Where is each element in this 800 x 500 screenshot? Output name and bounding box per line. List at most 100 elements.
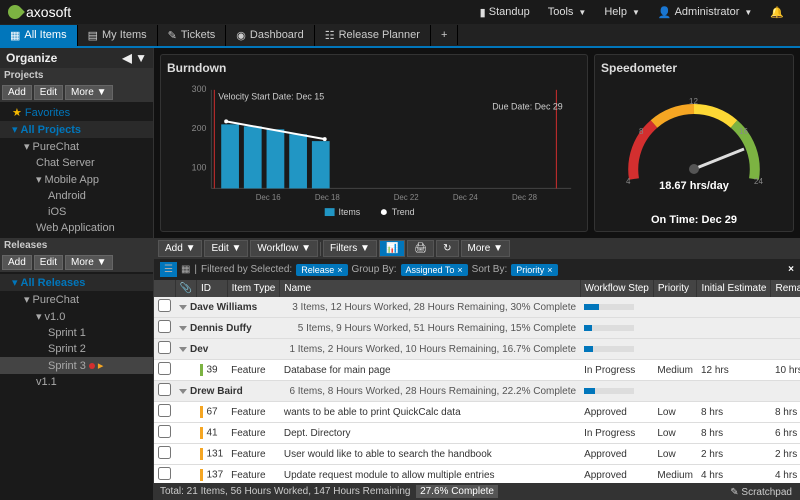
svg-text:Dec 16: Dec 16 [256,193,282,202]
user-menu[interactable]: 👤 Administrator▼ [650,3,760,22]
col-priority[interactable]: Priority [653,280,697,297]
all-projects-node[interactable]: ▾ All Projects [0,121,153,138]
release-node-selected[interactable]: Sprint 3 ▸ [0,357,153,374]
organize-header: Organize◀ ▼ [0,48,153,68]
grid-toolbar: Add ▼ Edit ▼ Workflow ▼ Filters ▼ 📊 🖨 ↻ … [154,238,800,259]
svg-text:8: 8 [639,127,644,136]
scratchpad-button[interactable]: ✎ Scratchpad [722,485,800,500]
favorites-node[interactable]: ★Favorites [0,104,153,121]
tab-dashboard[interactable]: ◉ Dashboard [226,25,314,46]
svg-text:300: 300 [192,84,207,94]
table-row[interactable]: 137FeatureUpdate request module to allow… [154,465,800,484]
col-type[interactable]: Item Type [227,280,280,297]
tools-menu[interactable]: Tools▼ [540,3,595,21]
filter-prefix: Filtered by Selected: [201,264,292,275]
col-est[interactable]: Initial Estimate [697,280,771,297]
project-node[interactable]: iOS [0,204,153,220]
col-checkbox[interactable] [154,280,175,297]
table-row[interactable]: 39FeatureDatabase for main pageIn Progre… [154,360,800,381]
due-label: Due Date: Dec 29 [492,102,562,112]
speedometer: Speedometer 4 8 12 16 24 18.67 hrs/day O… [594,54,794,232]
svg-text:100: 100 [192,163,207,173]
svg-text:Dec 24: Dec 24 [453,193,479,202]
project-node[interactable]: ▾ Mobile App [0,171,153,188]
svg-text:Dec 18: Dec 18 [315,193,341,202]
svg-text:Dec 28: Dec 28 [512,193,538,202]
more-button[interactable]: More ▼ [461,240,510,257]
burndown-title: Burndown [167,61,581,75]
chart-icon[interactable]: 📊 [379,240,405,257]
releases-label: Releases [0,238,153,253]
add-release-button[interactable]: Add [2,255,32,270]
all-releases-node[interactable]: ▾ All Releases [0,274,153,291]
table-row[interactable]: 131FeatureUser would like to able to sea… [154,444,800,465]
filters-button[interactable]: Filters ▼ [323,240,377,257]
svg-text:Trend: Trend [392,207,415,217]
leaf-icon [5,2,25,22]
release-node[interactable]: Sprint 2 [0,341,153,357]
notifications-icon[interactable]: 🔔 [762,3,792,22]
project-node[interactable]: Chat Server [0,155,153,171]
release-node[interactable]: ▾ v1.0 [0,308,153,325]
table-row[interactable]: 41FeatureDept. DirectoryIn ProgressLow8 … [154,423,800,444]
col-id[interactable]: ID [196,280,227,297]
filter-chip-priority[interactable]: Priority× [511,264,557,276]
speedo-caption: On Time: Dec 29 [601,214,787,226]
tab-release-planner[interactable]: ☷ Release Planner [315,25,431,46]
release-node[interactable]: Sprint 1 [0,325,153,341]
print-icon[interactable]: 🖨 [407,240,434,257]
col-step[interactable]: Workflow Step [580,280,653,297]
release-node[interactable]: v1.1 [0,374,153,390]
add-button[interactable]: Add ▼ [158,240,202,257]
speedo-title: Speedometer [601,61,787,75]
filter-chip-assigned[interactable]: Assigned To× [401,264,468,276]
sortby-label: Sort By: [472,264,508,275]
footer-total: Total: 21 Items, 56 Hours Worked, 147 Ho… [160,486,411,497]
table-row[interactable]: 67Featurewants to be able to print Quick… [154,402,800,423]
svg-text:24: 24 [754,177,763,186]
help-menu[interactable]: Help▼ [596,3,648,21]
refresh-icon[interactable]: ↻ [436,240,458,257]
release-node[interactable]: ▾ PureChat [0,291,153,308]
col-rem[interactable]: Remaining Estim [771,280,800,297]
status-bar: Total: 21 Items, 56 Hours Worked, 147 Ho… [154,483,800,500]
tabbar: ▦ All Items ▤ My Items ✎ Tickets ◉ Dashb… [0,24,800,48]
add-project-button[interactable]: Add [2,85,32,100]
workflow-button[interactable]: Workflow ▼ [250,240,318,257]
group-row[interactable]: Dennis Duffy5 Items, 9 Hours Worked, 51 … [154,318,800,339]
tab-add[interactable]: + [431,25,458,45]
tab-my-items[interactable]: ▤ My Items [78,25,158,46]
edit-release-button[interactable]: Edit [34,255,63,270]
velocity-label: Velocity Start Date: Dec 15 [218,92,324,102]
svg-text:Dec 22: Dec 22 [394,193,419,202]
col-attach: 📎 [175,280,196,297]
filter-chip-release[interactable]: Release× [296,264,347,276]
group-row[interactable]: Dave Williams3 Items, 12 Hours Worked, 2… [154,297,800,318]
brand-text: axosoft [26,4,71,20]
burndown-chart: Burndown 300 200 100 Velocity Start Date… [160,54,588,232]
items-grid: 📎 ID Item Type Name Workflow Step Priori… [154,280,800,483]
tab-all-items[interactable]: ▦ All Items [0,25,78,46]
sidebar: Organize◀ ▼ Projects Add Edit More ▼ ★Fa… [0,48,154,500]
col-name[interactable]: Name [280,280,580,297]
edit-project-button[interactable]: Edit [34,85,63,100]
group-row[interactable]: Dev1 Items, 2 Hours Worked, 10 Hours Rem… [154,339,800,360]
more-project-button[interactable]: More ▼ [65,85,112,100]
svg-text:16: 16 [739,127,748,136]
svg-text:18.67 hrs/day: 18.67 hrs/day [659,180,730,192]
more-release-button[interactable]: More ▼ [65,255,112,270]
group-row[interactable]: Drew Baird6 Items, 8 Hours Worked, 28 Ho… [154,381,800,402]
footer-pct: 27.6% Complete [416,485,498,498]
standup-button[interactable]: ▮ Standup [472,3,538,22]
edit-button[interactable]: Edit ▼ [204,240,248,257]
projects-label: Projects [0,68,153,83]
svg-text:4: 4 [626,177,631,186]
svg-text:Items: Items [339,207,361,217]
project-node[interactable]: Web Application [0,220,153,236]
project-node[interactable]: ▾ PureChat [0,138,153,155]
close-filters-icon[interactable]: × [788,264,794,275]
view-list-icon[interactable]: ☰ [160,262,177,277]
tab-tickets[interactable]: ✎ Tickets [158,25,227,46]
view-card-icon[interactable]: ▦ [181,264,190,275]
project-node[interactable]: Android [0,188,153,204]
